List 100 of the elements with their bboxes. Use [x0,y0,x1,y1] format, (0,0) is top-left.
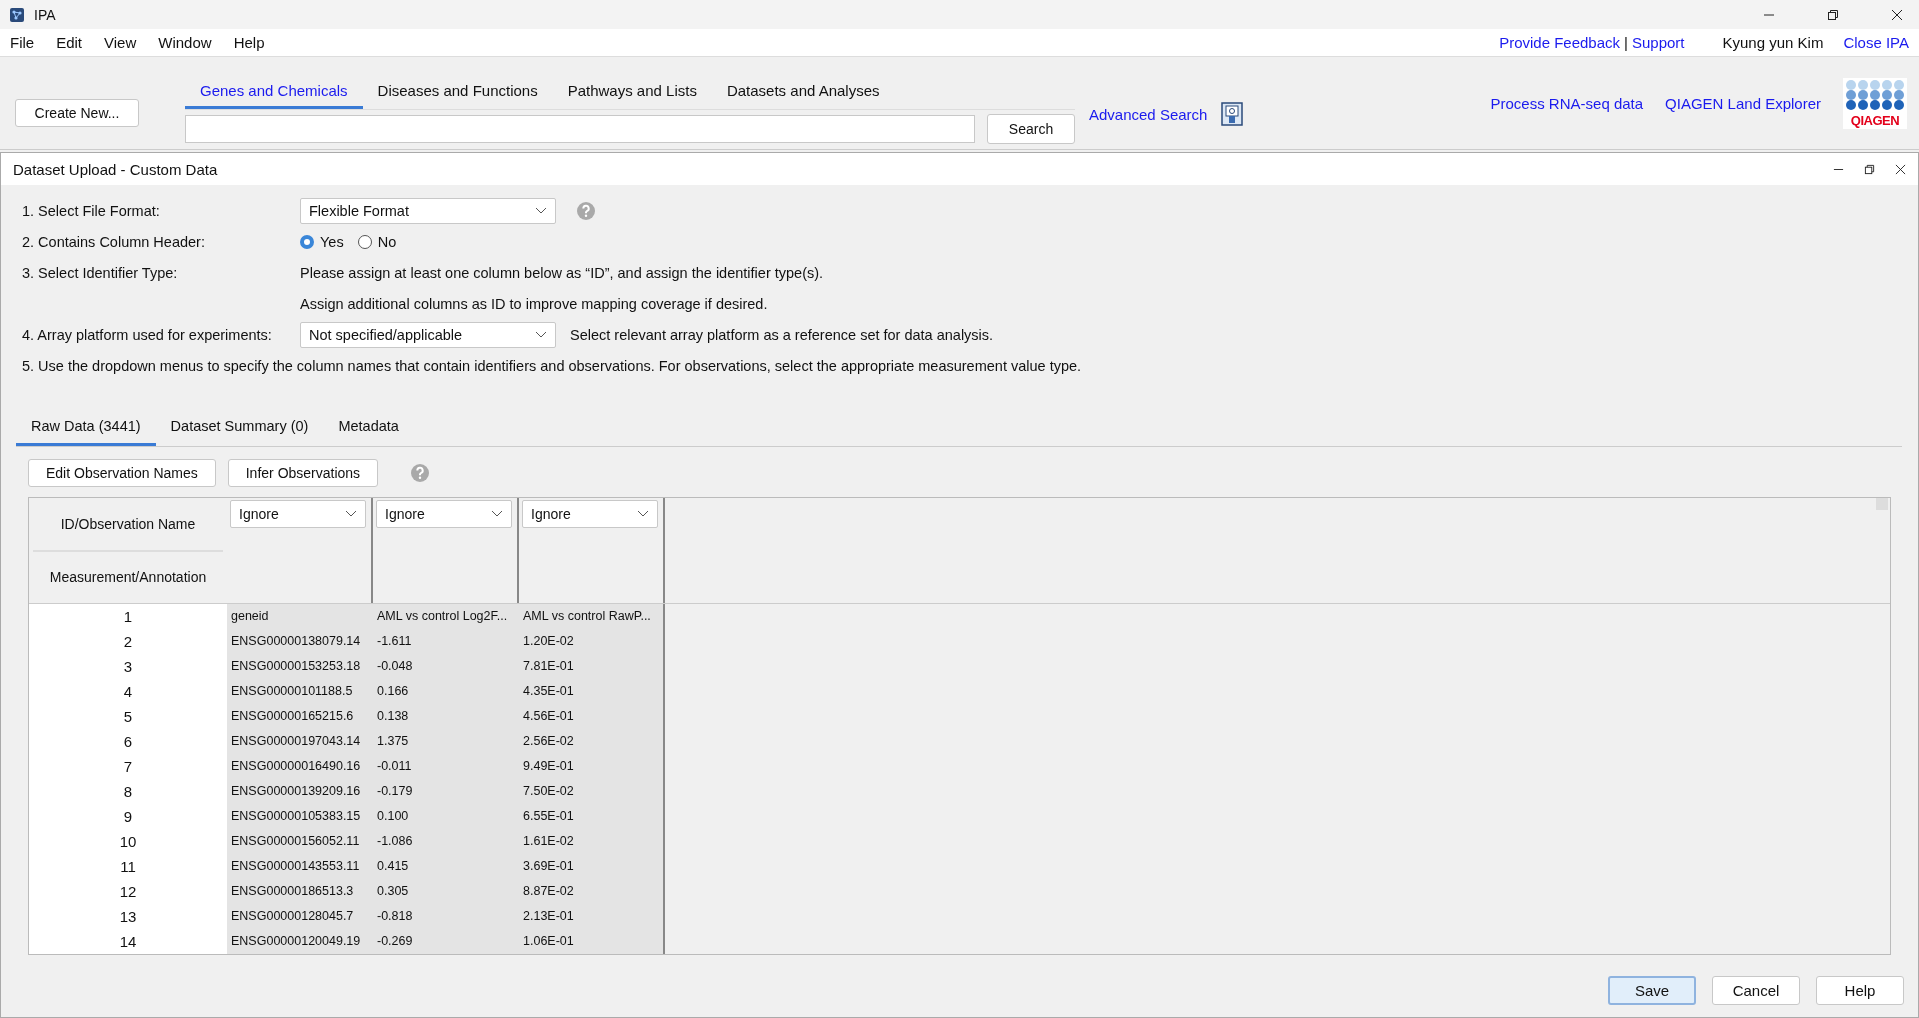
table-cell: ENSG00000186513.3 [227,879,373,904]
dialog-button[interactable]: Save [1608,976,1696,1005]
toolbar-link[interactable]: Process RNA-seq data [1490,94,1644,112]
table-cell: 6.55E-01 [519,804,665,829]
restore-icon[interactable] [1864,163,1875,175]
menu-item[interactable]: View [104,34,137,51]
close-ipa-link[interactable]: Close IPA [1843,34,1909,51]
support-link[interactable]: Support [1631,34,1685,51]
table-cell: ENSG00000156052.11 [227,829,373,854]
caret-icon [345,510,357,518]
dialog-title: Dataset Upload - Custom Data [13,160,218,178]
column-type-dropdown[interactable]: Ignore [522,500,658,528]
row-number: 4 [29,679,227,704]
table-cell: -0.048 [373,654,519,679]
caret-icon [535,206,547,215]
qiagen-logo: QIAGEN [1843,77,1907,129]
row-number: 2 [29,629,227,654]
row-number: 1 [29,604,227,629]
search-tab[interactable]: Datasets and Analyses [711,74,895,109]
table-cell: 7.50E-02 [519,779,665,804]
table-cell: ENSG00000120049.19 [227,929,373,954]
table-cell: 0.415 [373,854,519,879]
feedback-link[interactable]: Provide Feedback [1499,34,1621,51]
file-format-dropdown[interactable]: Flexible Format [300,197,556,224]
table-cell: -0.818 [373,904,519,929]
create-new-button[interactable]: Create New... [15,99,139,127]
row-number: 10 [29,829,227,854]
dialog-button[interactable]: Help [1816,976,1904,1005]
data-tab[interactable]: Dataset Summary (0) [155,409,324,446]
window-title: IPA [34,6,56,23]
dialog-button[interactable]: Cancel [1712,976,1800,1005]
close-icon[interactable] [1891,8,1903,21]
data-tab[interactable]: Metadata [323,409,414,446]
action-button[interactable]: Edit Observation Names [28,459,216,487]
table-cell: 7.81E-01 [519,654,665,679]
hint-text: Select relevant array platform as a reference set for data analysis. [570,326,994,343]
table-cell: -0.269 [373,929,519,954]
row-number: 13 [29,904,227,929]
search-tab[interactable]: Diseases and Functions [362,74,553,109]
table-cell: ENSG00000139209.16 [227,779,373,804]
table-cell: AML vs control RawP... [519,604,665,629]
array-platform-dropdown[interactable]: Not specified/applicable [300,321,556,348]
field-label: 1. Select File Format: [22,202,161,219]
table-cell: 1.61E-02 [519,829,665,854]
action-button[interactable]: Infer Observations [227,459,379,487]
table-cell: ENSG00000138079.14 [227,629,373,654]
user-name: Kyung yun Kim [1722,34,1824,51]
row-number: 11 [29,854,227,879]
close-icon[interactable] [1895,163,1906,175]
table-cell: ENSG00000016490.16 [227,754,373,779]
table-cell: ENSG00000197043.14 [227,729,373,754]
scrollbar-thumb[interactable] [1876,498,1888,510]
row-number: 8 [29,779,227,804]
table-cell: ENSG00000165215.6 [227,704,373,729]
table-cell: 0.138 [373,704,519,729]
row-header: Measurement/Annotation [48,568,208,587]
table-cell: 2.13E-01 [519,904,665,929]
field-label: 3. Select Identifier Type: [22,264,179,281]
table-cell: 0.100 [373,804,519,829]
search-field[interactable] [185,114,975,143]
caret-icon [491,510,503,518]
table-cell: 1.375 [373,729,519,754]
row-header: ID/Observation Name [33,498,223,552]
table-cell: ENSG00000143553.11 [227,854,373,879]
table-cell: 4.56E-01 [519,704,665,729]
data-tab[interactable]: Raw Data (3441) [16,409,156,446]
menu-item[interactable]: File [10,34,35,51]
table-cell: ENSG00000153253.18 [227,654,373,679]
restore-icon[interactable] [1827,8,1839,21]
table-cell: AML vs control Log2F... [373,604,519,629]
menu-item[interactable]: Help [233,34,265,51]
instruction-text: 5. Use the dropdown menus to specify the column names that contain identifiers and observations. For observations, select the appropriate measurement value type. [22,357,1082,374]
app-icon [10,7,24,22]
column-type-dropdown[interactable]: Ignore [230,500,366,528]
radio-option[interactable]: No [357,233,397,250]
table-cell: 1.20E-02 [519,629,665,654]
table-cell: -0.179 [373,779,519,804]
table-cell: ENSG00000105383.15 [227,804,373,829]
search-button[interactable]: Search [987,113,1075,144]
search-tab[interactable]: Genes and Chemicals [185,74,363,109]
table-cell: geneid [227,604,373,629]
row-number: 5 [29,704,227,729]
table-cell: -1.086 [373,829,519,854]
toolbar-link[interactable]: QIAGEN Land Explorer [1665,94,1821,112]
field-label: 4. Array platform used for experiments: [22,326,273,343]
row-number: 6 [29,729,227,754]
row-number: 14 [29,929,227,954]
tool-icon[interactable] [1221,102,1244,126]
menu-item[interactable]: Window [158,34,212,51]
table-cell: ENSG00000101188.5 [227,679,373,704]
table-cell: 4.35E-01 [519,679,665,704]
row-number: 3 [29,654,227,679]
row-number: 9 [29,804,227,829]
column-type-dropdown[interactable]: Ignore [376,500,512,528]
advanced-search-link[interactable]: Advanced Search [1089,105,1208,123]
caret-icon [637,510,649,518]
search-tab[interactable]: Pathways and Lists [552,74,712,109]
menu-item[interactable]: Edit [56,34,83,51]
radio-option[interactable]: Yes [300,233,344,250]
table-cell: ENSG00000128045.7 [227,904,373,929]
